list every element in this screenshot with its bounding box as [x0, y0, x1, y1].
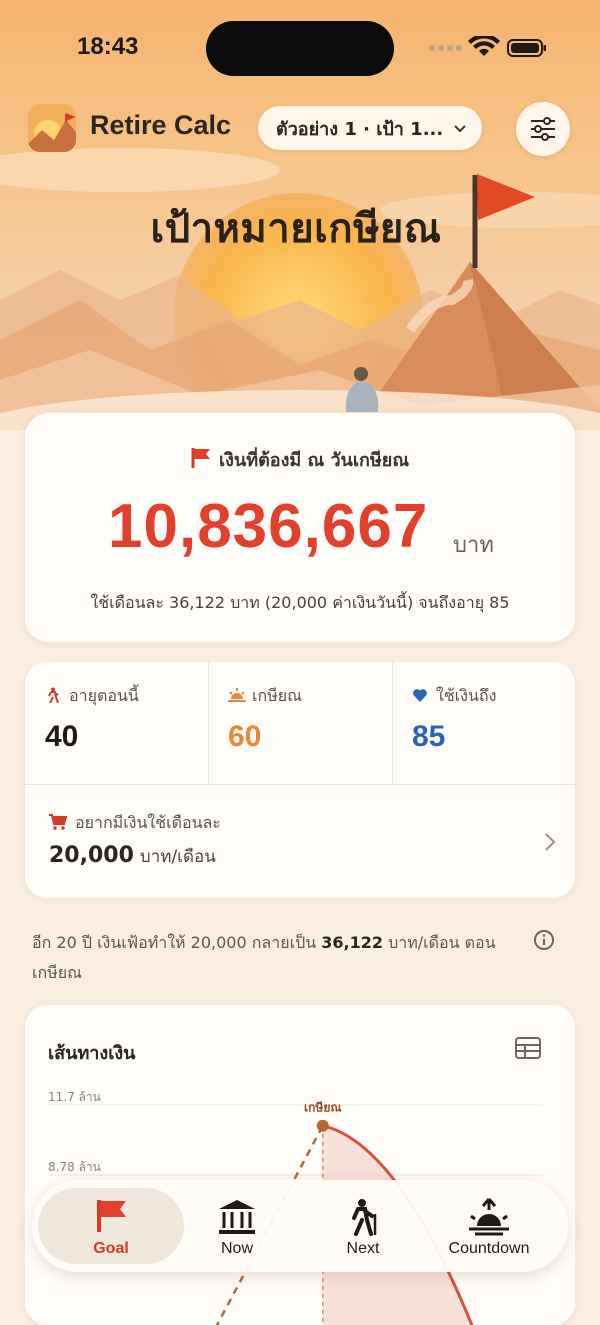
- hiker-icon: [352, 1199, 377, 1236]
- battery-icon: [507, 39, 546, 57]
- goal-card: เงินที่ต้องมี ณ วันเกษียณ 10,836,667 บาท…: [25, 413, 575, 642]
- chevron-right-icon: [545, 833, 556, 851]
- flag-icon: [191, 448, 210, 468]
- heart-icon: [412, 687, 428, 703]
- current-age-label: อายุตอนนี้: [69, 686, 139, 705]
- tab-goal[interactable]: Goal: [38, 1188, 184, 1264]
- current-age-stat[interactable]: อายุตอนนี้ 40: [25, 662, 209, 784]
- app-logo: [28, 104, 76, 152]
- monthly-amount: 20,000: [49, 843, 134, 868]
- status-time: 18:43: [77, 33, 139, 60]
- tab-label: Next: [346, 1240, 380, 1257]
- dynamic-island: [206, 21, 394, 76]
- status-icons: [428, 34, 548, 60]
- tab-label: Goal: [93, 1240, 129, 1257]
- goal-amount: 10,836,667: [108, 492, 429, 561]
- y-tick-label: 11.7 ล้าน: [48, 1090, 101, 1104]
- tab-countdown[interactable]: Countdown: [416, 1188, 562, 1264]
- sunset-icon: [228, 687, 246, 703]
- sunrise-icon: [469, 1198, 509, 1236]
- peak-point: [316, 1119, 329, 1132]
- goal-subtitle: ใช้เดือนละ 36,122 บาท (20,000 ค่าเงินวัน…: [90, 593, 510, 612]
- until-age-value: 85: [412, 720, 446, 753]
- bank-icon: [219, 1200, 255, 1234]
- tab-label: Countdown: [448, 1240, 530, 1257]
- monthly-unit: บาท/เดือน: [139, 847, 216, 867]
- info-icon[interactable]: [533, 929, 555, 951]
- chart-title: เส้นทางเงิน: [48, 1043, 136, 1064]
- retire-age-value: 60: [228, 720, 262, 753]
- page-title: เป้าหมายเกษียณ: [150, 206, 442, 252]
- note-bold-value: 36,122: [321, 933, 383, 952]
- tab-next[interactable]: Next: [290, 1188, 436, 1264]
- flag-icon: [97, 1200, 126, 1232]
- hiker-icon: [45, 687, 61, 704]
- tab-label: Now: [220, 1240, 253, 1257]
- goal-label: เงินที่ต้องมี ณ วันเกษียณ: [218, 450, 410, 471]
- scenario-label: ตัวอย่าง 1 · เป้า 1...: [276, 118, 444, 140]
- retire-age-label: เกษียณ: [252, 686, 302, 705]
- cart-icon: [49, 814, 68, 830]
- sliders-icon: [531, 117, 555, 141]
- note-text: อีก 20 ปี เงินเฟ้อทำให้ 20,000 กลายเป็น: [32, 933, 317, 952]
- wifi-icon: [468, 34, 500, 56]
- monthly-spend-row[interactable]: อยากมีเงินใช้เดือนละ 20,000 บาท/เดือน: [25, 785, 575, 898]
- goal-unit: บาท: [453, 533, 494, 558]
- retire-age-stat[interactable]: เกษียณ 60: [208, 662, 393, 784]
- settings-button[interactable]: [516, 102, 570, 156]
- tab-now[interactable]: Now: [164, 1188, 310, 1264]
- table-icon[interactable]: [515, 1037, 541, 1059]
- stats-card: อายุตอนนี้ 40 เกษียณ 60 ใช้เงินถึง 85 อย…: [25, 662, 575, 898]
- signal-icon: [429, 45, 462, 51]
- scenario-selector[interactable]: ตัวอย่าง 1 · เป้า 1...: [258, 106, 482, 150]
- until-age-stat[interactable]: ใช้เงินถึง 85: [392, 662, 575, 784]
- y-tick-label: 8.78 ล้าน: [48, 1160, 101, 1174]
- money-path-chart-card: 11.7 ล้าน 8.78 ล้าน เกษียณ เส้นทางเงิน: [25, 1005, 575, 1325]
- until-age-label: ใช้เงินถึง: [436, 686, 497, 705]
- app-title: Retire Calc: [90, 110, 232, 140]
- current-age-value: 40: [45, 720, 79, 753]
- tab-bar: Goal Now Next Countdown: [32, 1180, 568, 1272]
- monthly-label: อยากมีเงินใช้เดือนละ: [75, 813, 221, 832]
- inflation-note: อีก 20 ปี เงินเฟ้อทำให้ 20,000 กลายเป็น …: [32, 928, 512, 988]
- chevron-down-icon: [454, 125, 466, 133]
- retire-annotation: เกษียณ: [304, 1101, 341, 1115]
